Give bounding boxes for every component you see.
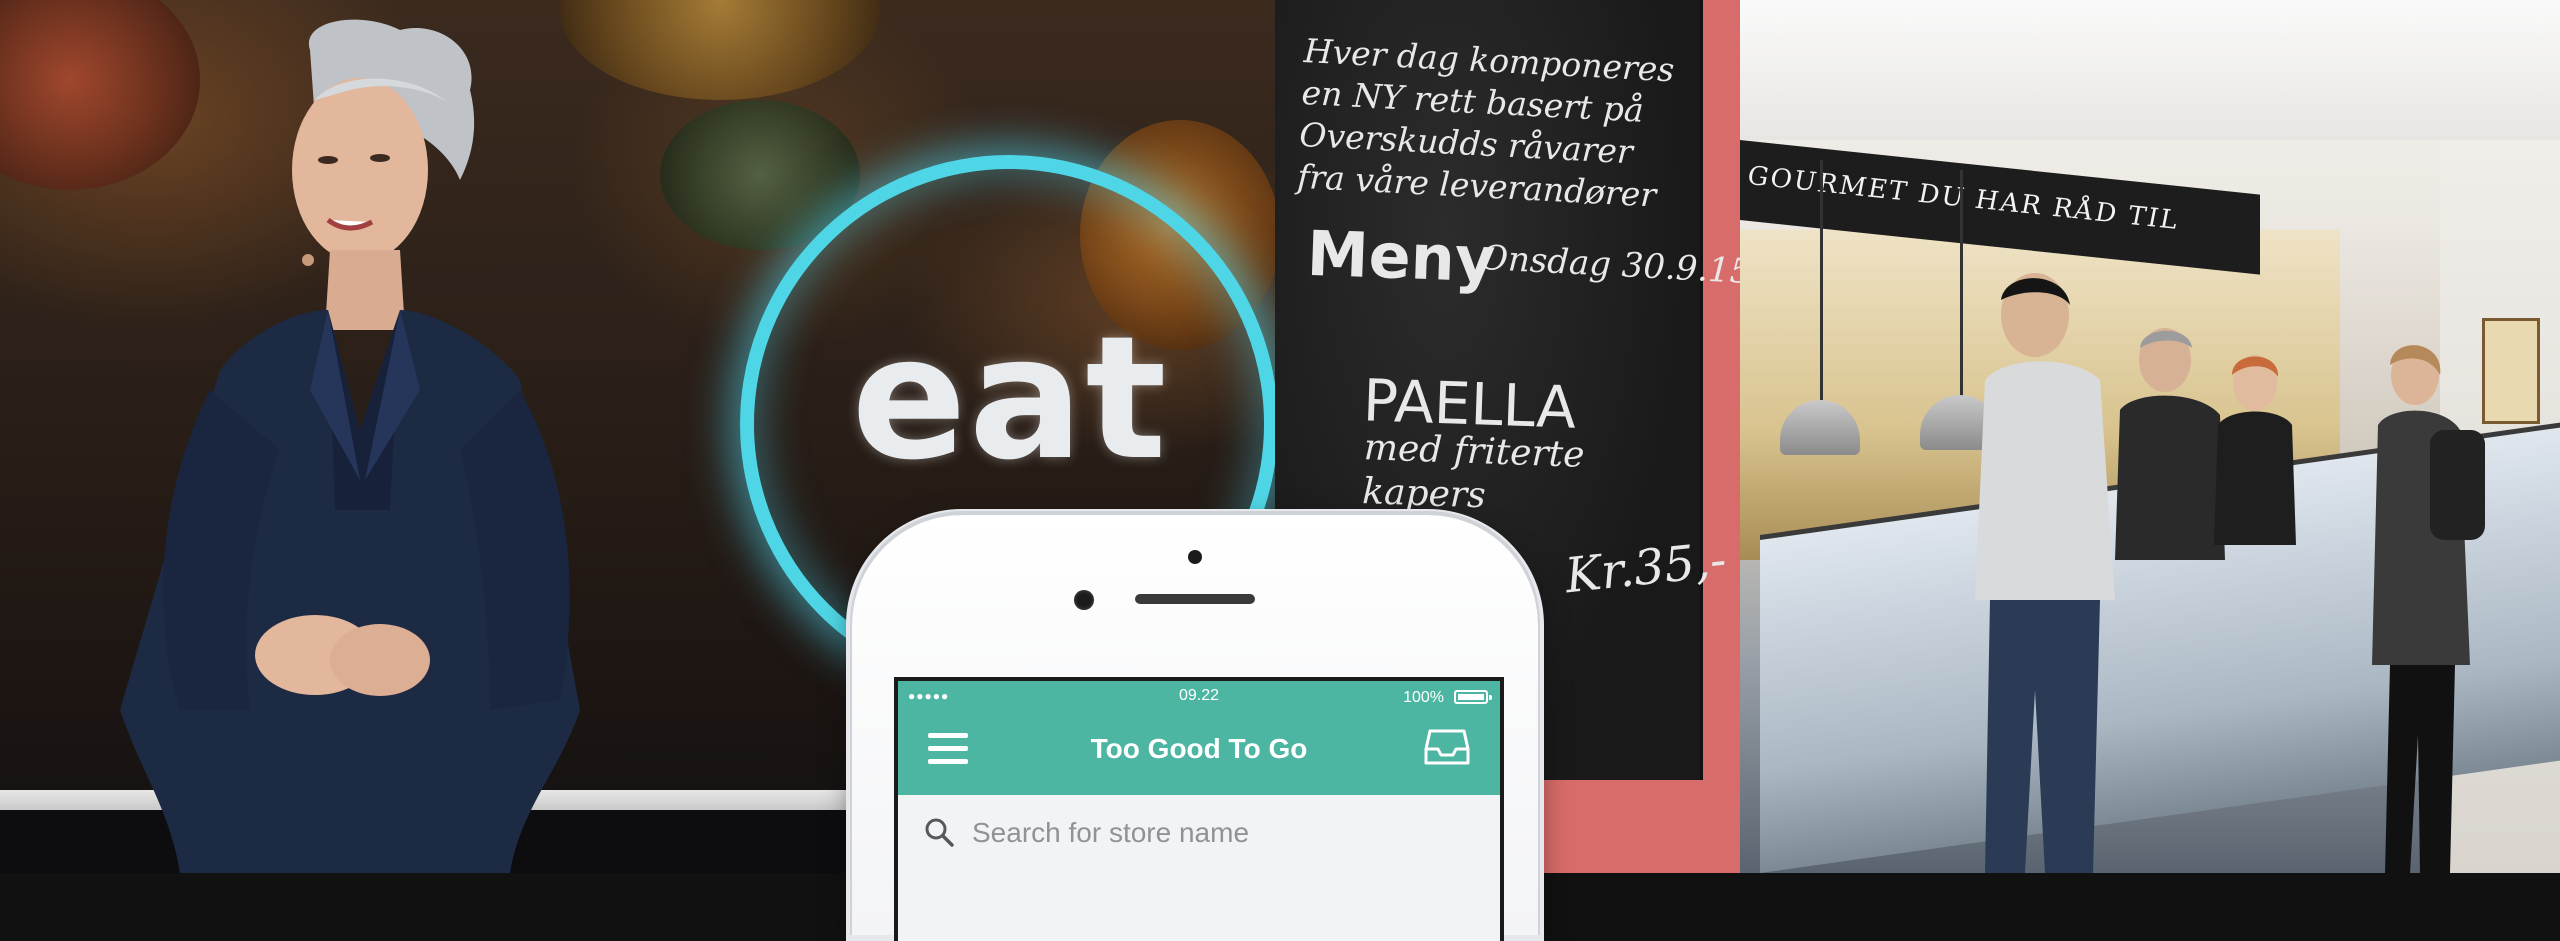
chalkboard-dish-line: med friterte	[1363, 427, 1586, 476]
battery-level	[1458, 694, 1484, 700]
chalkboard-date: Onsdag 30.9.15	[1479, 237, 1753, 293]
speaker-figure	[120, 19, 580, 873]
phone-mockup: ●●●●● 09.22 100% Too Good To Go	[852, 515, 1538, 941]
app-header: ●●●●● 09.22 100% Too Good To Go	[898, 681, 1500, 795]
eat-logo-text: eat	[851, 300, 1169, 498]
student-figure	[1975, 273, 2115, 873]
status-bar: ●●●●● 09.22 100%	[898, 681, 1500, 711]
customer-figure	[2372, 345, 2485, 873]
front-camera	[1074, 590, 1094, 610]
search-icon	[925, 818, 954, 847]
search-bar[interactable]	[898, 795, 1500, 941]
chalkboard-price: Kr.35,-	[1562, 531, 1729, 605]
app-title: Too Good To Go	[1090, 733, 1308, 764]
cafeteria-photo: GOURMET DU HAR RÅD TIL	[1740, 0, 2560, 873]
search-input[interactable]	[970, 811, 1474, 855]
chalkboard-dish-details: med friterte kapers	[1362, 426, 1586, 522]
wall-notice	[2482, 318, 2540, 424]
lamp-cord	[1820, 160, 1823, 400]
lamp-cord	[1960, 170, 1963, 400]
chalkboard-intro: Hver dag komponeres en NY rett basert på…	[1296, 30, 1675, 217]
phone-speaker	[1135, 594, 1255, 604]
battery-percentage: 100%	[1403, 689, 1444, 706]
battery-icon	[1454, 690, 1492, 704]
cafe-ceiling	[1740, 0, 2560, 140]
chalkboard-menu-heading: Meny	[1305, 216, 1497, 297]
inbox-tray-icon[interactable]	[1424, 727, 1470, 767]
staff-figure	[2214, 355, 2296, 545]
phone-sensor	[1188, 550, 1202, 564]
cafe-sign-text: GOURMET DU HAR RÅD TIL	[1748, 160, 2180, 237]
phone-screen: ●●●●● 09.22 100% Too Good To Go	[894, 677, 1504, 941]
